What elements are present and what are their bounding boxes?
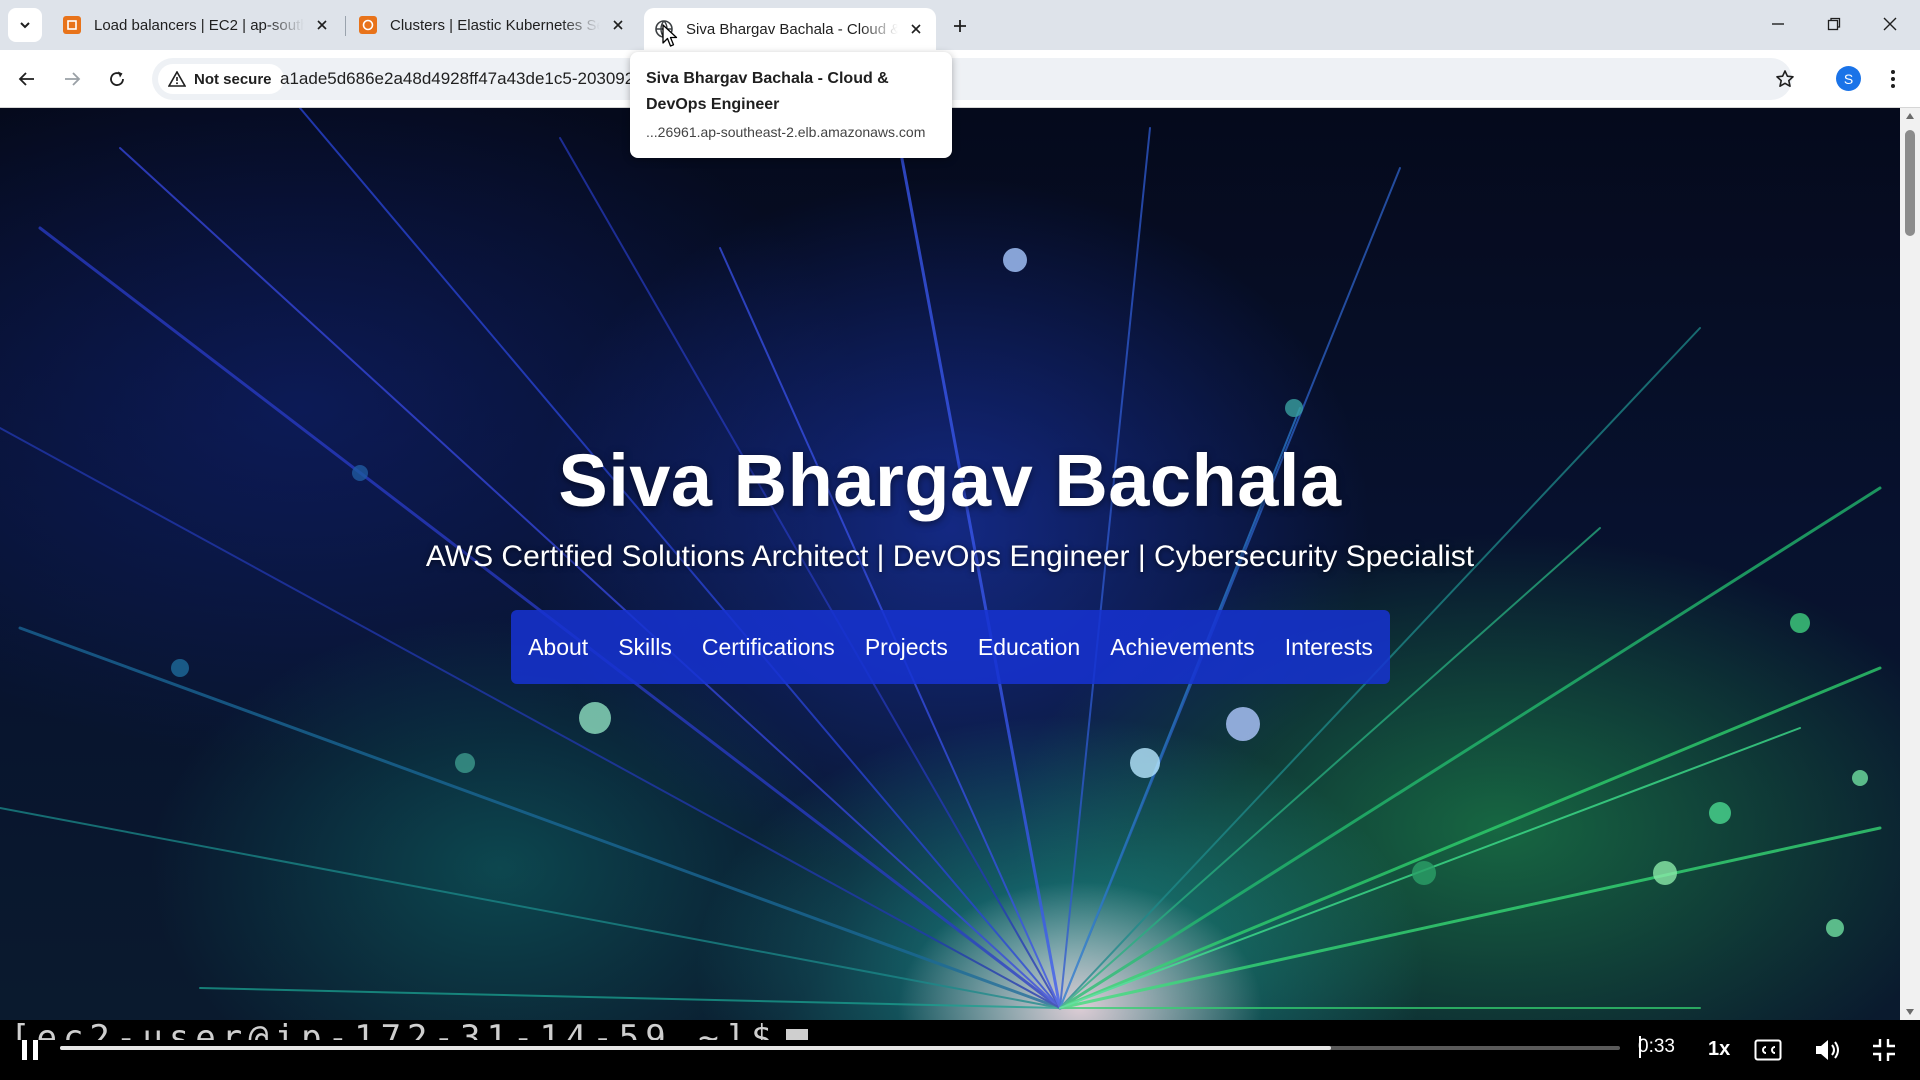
hover-card-url: ...26961.ap-southeast-2.elb.amazonaws.co… <box>646 124 926 140</box>
tab-load-balancers[interactable]: Load balancers | EC2 | ap-southeast-2 <box>52 8 342 42</box>
scroll-up-arrow[interactable] <box>1904 110 1916 122</box>
scrollbar-thumb[interactable] <box>1905 130 1915 236</box>
page-viewport: Siva Bhargav Bachala AWS Certified Solut… <box>0 108 1900 1020</box>
tab-separator <box>345 16 346 36</box>
tab-title: Siva Bhargav Bachala - Cloud & DevOps En… <box>686 20 898 38</box>
hero-subtitle: AWS Certified Solutions Architect | DevO… <box>425 540 1475 573</box>
volume-button[interactable] <box>1810 1032 1846 1068</box>
nav-link-projects[interactable]: Projects <box>865 634 948 661</box>
terminal-cursor <box>785 1028 808 1040</box>
tab-portfolio[interactable]: Siva Bhargav Bachala - Cloud & DevOps En… <box>644 8 936 50</box>
page-scrollbar[interactable] <box>1900 108 1920 1020</box>
triangle-up-icon <box>1906 113 1914 119</box>
nav-link-about[interactable]: About <box>528 634 588 661</box>
triangle-down-icon <box>1906 1009 1914 1015</box>
mouse-cursor-icon <box>662 24 678 47</box>
closed-captions-icon <box>1754 1039 1782 1061</box>
warning-icon <box>168 71 186 87</box>
terminal-prompt-text: [ec2-user@ip-172-31-14-59 ~]$ <box>10 1018 778 1040</box>
tab-title: Load balancers | EC2 | ap-southeast-2 <box>94 16 304 34</box>
captions-button[interactable] <box>1750 1032 1786 1068</box>
arrow-left-icon <box>18 72 34 86</box>
back-button[interactable] <box>10 62 44 96</box>
nav-link-achievements[interactable]: Achievements <box>1110 634 1254 661</box>
close-icon[interactable] <box>608 15 628 35</box>
restore-icon <box>1827 17 1841 31</box>
video-progress-bar[interactable] <box>60 1046 1620 1050</box>
hover-card-title: Siva Bhargav Bachala - Cloud & DevOps En… <box>646 70 889 113</box>
scroll-down-arrow[interactable] <box>1904 1006 1916 1018</box>
nav-link-education[interactable]: Education <box>978 634 1080 661</box>
aws-ec2-icon <box>63 16 81 34</box>
browser-toolbar: Not secure a1ade5d686e2a48d4928ff47a43de… <box>0 50 1920 108</box>
close-icon[interactable] <box>906 19 926 39</box>
tab-strip: Load balancers | EC2 | ap-southeast-2 Cl… <box>0 0 1920 50</box>
tab-hover-card: Siva Bhargav Bachala - Cloud & DevOps En… <box>630 52 952 158</box>
close-icon <box>1883 17 1897 31</box>
new-tab-button[interactable] <box>946 12 974 40</box>
arrow-right-icon <box>65 72 81 86</box>
security-label: Not secure <box>194 70 272 88</box>
reload-icon <box>110 71 124 86</box>
tab-eks-clusters[interactable]: Clusters | Elastic Kubernetes Service <box>348 8 638 42</box>
plus-icon <box>954 20 966 32</box>
close-window-button[interactable] <box>1870 8 1910 40</box>
profile-avatar[interactable]: S <box>1836 66 1861 91</box>
aws-eks-icon <box>359 16 377 34</box>
star-icon <box>1776 70 1794 87</box>
tab-title: Clusters | Elastic Kubernetes Service <box>390 16 600 34</box>
section-nav: About Skills Certifications Projects Edu… <box>511 610 1390 684</box>
browser-menu-button[interactable] <box>1876 62 1910 96</box>
bookmark-button[interactable] <box>1768 62 1802 96</box>
terminal-prompt: [ec2-user@ip-172-31-14-59 ~]$ <box>10 1010 808 1040</box>
reload-button[interactable] <box>100 62 134 96</box>
pause-icon <box>22 1040 38 1060</box>
nav-link-certifications[interactable]: Certifications <box>702 634 835 661</box>
volume-icon <box>1816 1040 1839 1060</box>
address-bar[interactable]: Not secure a1ade5d686e2a48d4928ff47a43de… <box>152 58 1792 100</box>
more-vert-icon <box>1891 70 1895 88</box>
exit-fullscreen-icon <box>1873 1039 1895 1061</box>
minimize-button[interactable] <box>1758 8 1798 40</box>
site-security-chip[interactable]: Not secure <box>158 64 284 94</box>
nav-link-interests[interactable]: Interests <box>1285 634 1373 661</box>
close-icon[interactable] <box>312 15 332 35</box>
text-caret <box>1639 1036 1641 1058</box>
chevron-down-icon <box>20 22 30 29</box>
restore-button[interactable] <box>1814 8 1854 40</box>
minimize-icon <box>1772 23 1784 25</box>
nav-link-skills[interactable]: Skills <box>618 634 672 661</box>
hero-name: Siva Bhargav Bachala <box>558 439 1342 522</box>
exit-fullscreen-button[interactable] <box>1866 1032 1902 1068</box>
video-progress-fill <box>60 1046 1332 1050</box>
forward-button[interactable] <box>55 62 89 96</box>
video-time: 0:33 <box>1638 1036 1675 1057</box>
tab-search-button[interactable] <box>8 8 42 42</box>
playback-speed-button[interactable]: 1x <box>1702 1034 1736 1065</box>
